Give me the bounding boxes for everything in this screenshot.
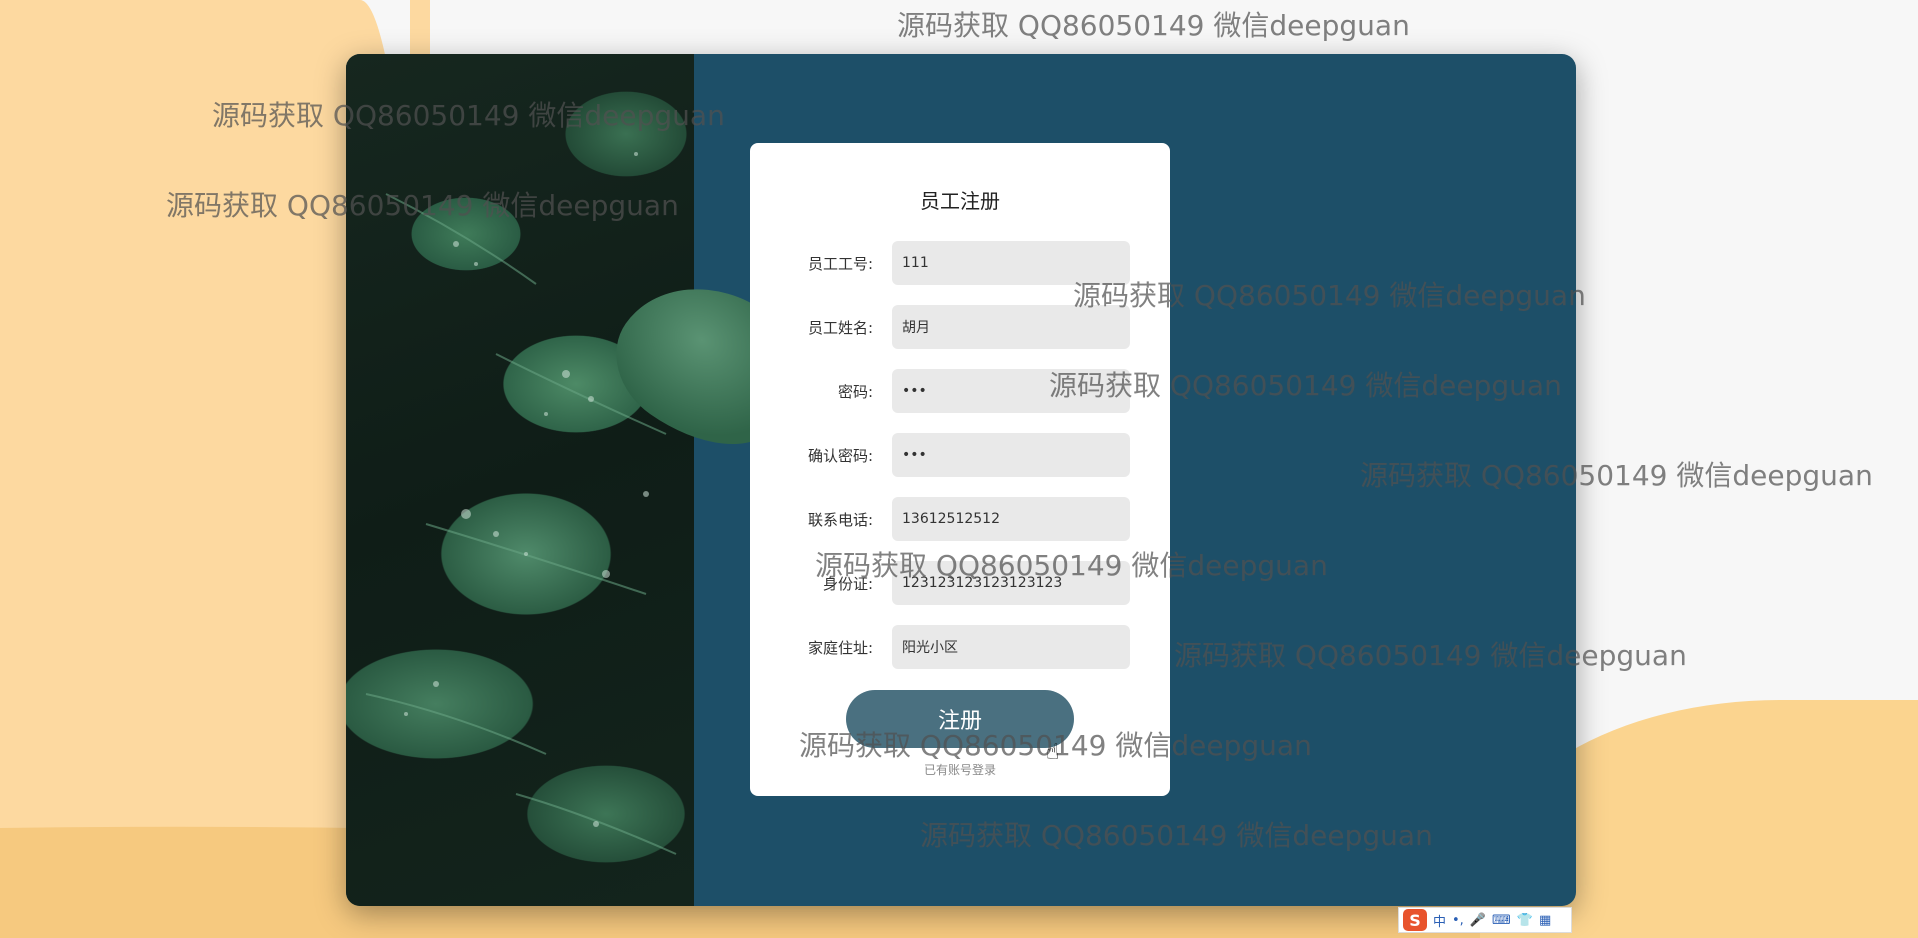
leaf-photo-panel xyxy=(346,54,694,906)
field-label: 密码: xyxy=(837,383,873,401)
field-label: 身份证: xyxy=(822,575,873,593)
ime-punctuation-icon[interactable]: •, xyxy=(1452,913,1464,928)
register-button[interactable]: 注册 xyxy=(846,690,1074,748)
ime-skin-icon[interactable]: 👕 xyxy=(1517,913,1533,928)
ime-toolbar[interactable]: S 中 •, 🎤 ⌨ 👕 ▦ xyxy=(1398,907,1572,933)
phone-input[interactable] xyxy=(892,497,1130,541)
employee-name-input[interactable] xyxy=(892,305,1130,349)
leaf-photo-image xyxy=(365,152,677,855)
field-label: 家庭住址: xyxy=(807,639,873,657)
register-form: 员工注册 员工工号: 员工姓名: 密码: 确认密码: 联系电话: 身份证: 家庭… xyxy=(750,143,1170,796)
watermark: 源码获取 QQ86050149 微信deepguan xyxy=(897,9,1410,42)
field-confirm-password: 确认密码: xyxy=(750,433,1170,477)
field-address: 家庭住址: xyxy=(750,625,1170,669)
field-employee-id: 员工工号: xyxy=(750,241,1170,285)
field-id-card: 身份证: xyxy=(750,561,1170,605)
ime-voice-icon[interactable]: 🎤 xyxy=(1470,913,1486,928)
hand-cursor-icon: ☝ xyxy=(1046,740,1060,765)
login-link[interactable]: 已有账号登录 xyxy=(750,761,1170,778)
field-label: 员工工号: xyxy=(807,255,873,273)
field-label: 员工姓名: xyxy=(807,319,873,337)
field-phone: 联系电话: xyxy=(750,497,1170,541)
ime-toolbox-icon[interactable]: ▦ xyxy=(1539,913,1551,928)
employee-id-input[interactable] xyxy=(892,241,1130,285)
ime-chinese-mode[interactable]: 中 xyxy=(1433,911,1446,930)
ime-keyboard-icon[interactable]: ⌨ xyxy=(1492,913,1511,928)
confirm-password-input[interactable] xyxy=(892,433,1130,477)
ime-logo-icon[interactable]: S xyxy=(1403,909,1427,931)
field-employee-name: 员工姓名: xyxy=(750,305,1170,349)
field-label: 确认密码: xyxy=(807,447,873,465)
address-input[interactable] xyxy=(892,625,1130,669)
field-label: 联系电话: xyxy=(807,511,873,529)
id-card-input[interactable] xyxy=(892,561,1130,605)
form-title: 员工注册 xyxy=(920,189,1000,213)
field-password: 密码: xyxy=(750,369,1170,413)
password-input[interactable] xyxy=(892,369,1130,413)
